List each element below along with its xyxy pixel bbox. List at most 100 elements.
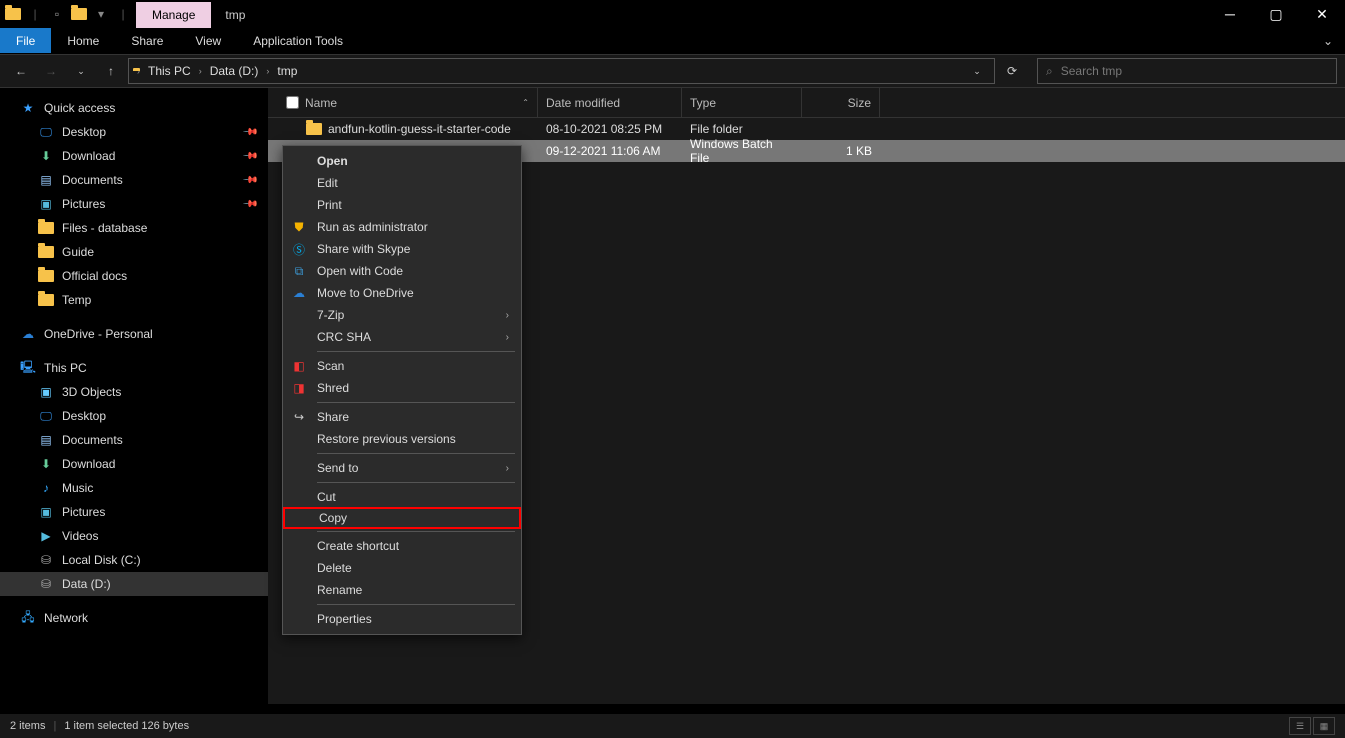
ctx-cut[interactable]: Cut bbox=[283, 486, 521, 508]
sidebar-network[interactable]: 🖧Network bbox=[0, 606, 268, 630]
divider-icon: | bbox=[114, 5, 132, 23]
ctx-crc[interactable]: CRC SHA› bbox=[283, 326, 521, 348]
file-size: 1 KB bbox=[802, 144, 880, 158]
file-menu[interactable]: File bbox=[0, 28, 51, 53]
download-icon: ⬇ bbox=[38, 148, 54, 164]
menu-home[interactable]: Home bbox=[51, 28, 115, 53]
sidebar-thispc[interactable]: 🖳 This PC bbox=[0, 356, 268, 380]
ctx-shortcut[interactable]: Create shortcut bbox=[283, 535, 521, 557]
qat-item[interactable]: ▾ bbox=[92, 5, 110, 23]
col-size[interactable]: Size bbox=[802, 88, 880, 117]
file-type: File folder bbox=[682, 122, 802, 136]
ctx-print[interactable]: Print bbox=[283, 194, 521, 216]
ctx-run-as-admin[interactable]: ⛊Run as administrator bbox=[283, 216, 521, 238]
share-icon: ↪ bbox=[291, 409, 307, 425]
sidebar-label: Documents bbox=[62, 433, 123, 447]
ctx-7zip[interactable]: 7-Zip› bbox=[283, 304, 521, 326]
ctx-onedrive[interactable]: ☁Move to OneDrive bbox=[283, 282, 521, 304]
ctx-sendto[interactable]: Send to› bbox=[283, 457, 521, 479]
menu-view[interactable]: View bbox=[179, 28, 237, 53]
folder-icon bbox=[38, 292, 54, 308]
forward-button[interactable]: → bbox=[38, 58, 64, 84]
menu-share[interactable]: Share bbox=[115, 28, 179, 53]
ctx-delete[interactable]: Delete bbox=[283, 557, 521, 579]
ctx-scan[interactable]: ◧Scan bbox=[283, 355, 521, 377]
sidebar-item-files-db[interactable]: Files - database bbox=[0, 216, 268, 240]
chevron-right-icon[interactable]: › bbox=[197, 66, 204, 76]
sidebar-quick-access[interactable]: ★ Quick access bbox=[0, 96, 268, 120]
sidebar-label: Files - database bbox=[62, 221, 147, 235]
chevron-right-icon: › bbox=[506, 310, 509, 321]
details-view-button[interactable]: ☰ bbox=[1289, 717, 1311, 735]
col-date[interactable]: Date modified bbox=[538, 88, 682, 117]
col-name[interactable]: Name ⌃ bbox=[278, 88, 538, 117]
sidebar-item-desktop[interactable]: 🖵Desktop📌 bbox=[0, 120, 268, 144]
chevron-right-icon[interactable]: › bbox=[264, 66, 271, 76]
status-selection: 1 item selected 126 bytes bbox=[64, 720, 189, 732]
sidebar-item[interactable]: ⛁Local Disk (C:) bbox=[0, 548, 268, 572]
sidebar-item[interactable]: ▤Documents bbox=[0, 428, 268, 452]
sidebar-item-official[interactable]: Official docs bbox=[0, 264, 268, 288]
sidebar-item[interactable]: ♪Music bbox=[0, 476, 268, 500]
sidebar-item[interactable]: ▣3D Objects bbox=[0, 380, 268, 404]
sidebar-item-temp[interactable]: Temp bbox=[0, 288, 268, 312]
sidebar-item-pictures[interactable]: ▣Pictures📌 bbox=[0, 192, 268, 216]
monitor-icon: 🖳 bbox=[20, 360, 36, 376]
ctx-edit[interactable]: Edit bbox=[283, 172, 521, 194]
address-dropdown[interactable]: ⌄ bbox=[964, 58, 990, 84]
sidebar-label: 3D Objects bbox=[62, 385, 121, 399]
sidebar-onedrive[interactable]: ☁OneDrive - Personal bbox=[0, 322, 268, 346]
breadcrumb-item[interactable]: Data (D:) bbox=[206, 64, 263, 78]
ribbon-tab-manage[interactable]: Manage bbox=[136, 2, 211, 28]
ctx-rename[interactable]: Rename bbox=[283, 579, 521, 601]
ctx-restore[interactable]: Restore previous versions bbox=[283, 428, 521, 450]
scan-icon: ◧ bbox=[291, 358, 307, 374]
sidebar-item[interactable]: ⬇Download bbox=[0, 452, 268, 476]
ctx-vscode[interactable]: ⧉Open with Code bbox=[283, 260, 521, 282]
folder-icon[interactable] bbox=[70, 5, 88, 23]
disk-icon: ⛁ bbox=[38, 576, 54, 592]
sidebar-label: Temp bbox=[62, 293, 91, 307]
sidebar-item-data-d[interactable]: ⛁Data (D:) bbox=[0, 572, 268, 596]
search-box[interactable]: ⌕ bbox=[1037, 58, 1337, 84]
breadcrumb-item[interactable]: tmp bbox=[273, 64, 301, 78]
close-button[interactable]: ✕ bbox=[1299, 0, 1345, 28]
up-button[interactable]: ↑ bbox=[98, 58, 124, 84]
download-icon: ⬇ bbox=[38, 456, 54, 472]
menu-apptools[interactable]: Application Tools bbox=[237, 28, 359, 53]
qat-item[interactable]: ▫ bbox=[48, 5, 66, 23]
folder-icon bbox=[38, 220, 54, 236]
ctx-share[interactable]: ↪Share bbox=[283, 406, 521, 428]
minimize-button[interactable]: ─ bbox=[1207, 0, 1253, 28]
recent-dropdown[interactable]: ⌄ bbox=[68, 58, 94, 84]
sidebar-item[interactable]: ▣Pictures bbox=[0, 500, 268, 524]
sidebar-item[interactable]: ▶Videos bbox=[0, 524, 268, 548]
file-row[interactable]: andfun-kotlin-guess-it-starter-code 08-1… bbox=[268, 118, 1345, 140]
thumb-view-button[interactable]: ▦ bbox=[1313, 717, 1335, 735]
ribbon-menu: File Home Share View Application Tools ⌄ bbox=[0, 28, 1345, 54]
sidebar-item-guide[interactable]: Guide bbox=[0, 240, 268, 264]
ctx-properties[interactable]: Properties bbox=[283, 608, 521, 630]
shred-icon: ◨ bbox=[291, 380, 307, 396]
breadcrumb-item[interactable]: This PC bbox=[144, 64, 195, 78]
sidebar-item-documents[interactable]: ▤Documents📌 bbox=[0, 168, 268, 192]
chevron-right-icon: › bbox=[506, 332, 509, 343]
col-type[interactable]: Type bbox=[682, 88, 802, 117]
folder-icon[interactable] bbox=[4, 5, 22, 23]
ctx-open[interactable]: Open bbox=[283, 150, 521, 172]
ctx-shred[interactable]: ◨Shred bbox=[283, 377, 521, 399]
sidebar-label: This PC bbox=[44, 361, 87, 375]
chevron-right-icon: › bbox=[506, 463, 509, 474]
maximize-button[interactable]: ▢ bbox=[1253, 0, 1299, 28]
sidebar-item-download[interactable]: ⬇Download📌 bbox=[0, 144, 268, 168]
ctx-skype[interactable]: ⓈShare with Skype bbox=[283, 238, 521, 260]
ctx-copy[interactable]: Copy bbox=[283, 507, 521, 529]
select-all-checkbox[interactable] bbox=[286, 96, 299, 109]
ribbon-expand-button[interactable]: ⌄ bbox=[1311, 28, 1345, 53]
search-input[interactable] bbox=[1061, 64, 1328, 78]
sidebar-item[interactable]: 🖵Desktop bbox=[0, 404, 268, 428]
address-bar[interactable]: › This PC › Data (D:) › tmp ⌄ bbox=[128, 58, 995, 84]
back-button[interactable]: ← bbox=[8, 58, 34, 84]
monitor-icon: 🖵 bbox=[38, 124, 54, 140]
refresh-button[interactable]: ⟳ bbox=[999, 58, 1025, 84]
